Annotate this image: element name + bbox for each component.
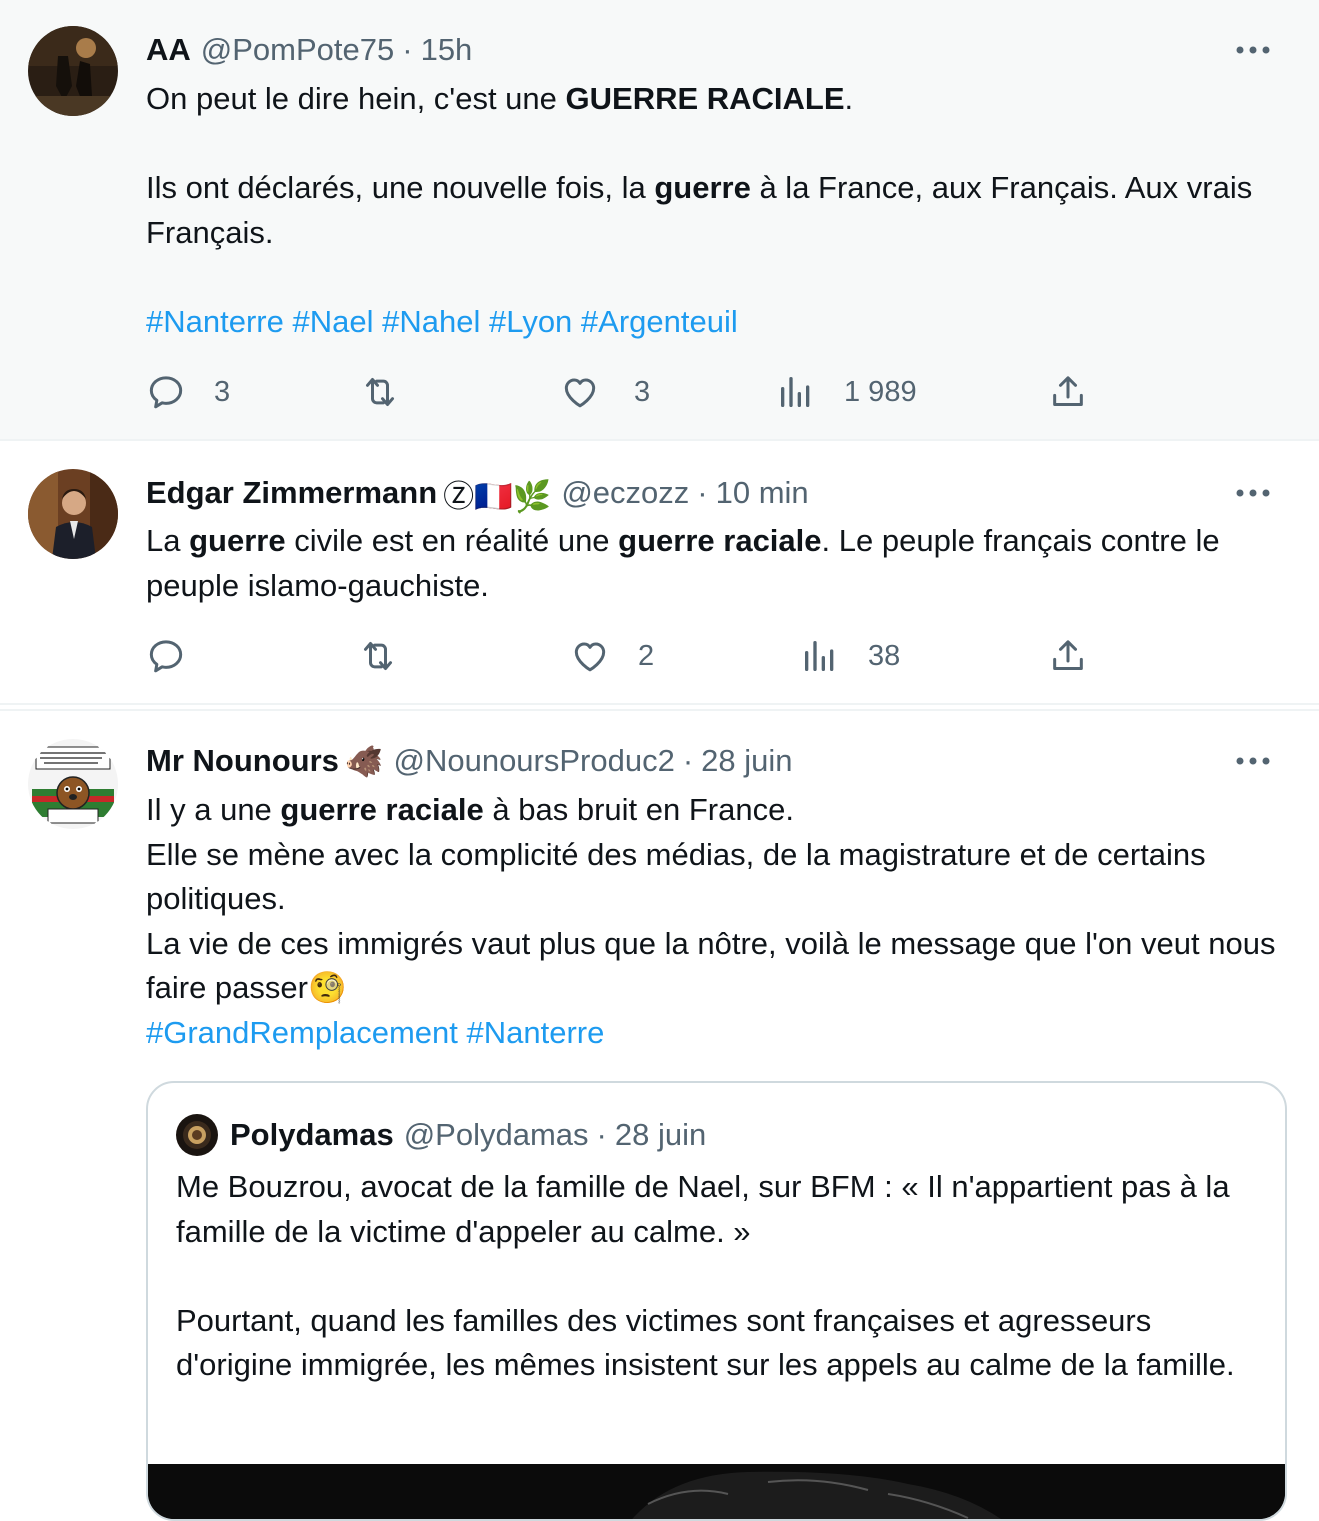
like-icon [574, 642, 606, 672]
separator: · [682, 743, 694, 778]
retweet-icon [364, 642, 392, 670]
tweet[interactable]: Edgar Zimmermann Ⓩ🇫🇷🌿 @eczozz · 10 min L… [0, 443, 1319, 705]
quoted-author-handle[interactable]: @Polydamas [404, 1117, 589, 1153]
separator: · [596, 1117, 607, 1152]
reply-count: 3 [214, 375, 231, 408]
author-name[interactable]: AA [146, 32, 191, 68]
share-button[interactable] [1048, 370, 1088, 414]
views-icon [805, 641, 834, 671]
views-icon [781, 377, 810, 407]
more-options-button[interactable] [1233, 473, 1273, 513]
avatar[interactable] [28, 26, 118, 116]
tweet-text: La guerre civile est en réalité une guer… [146, 523, 1220, 603]
quoted-timestamp[interactable]: 28 juin [615, 1117, 706, 1153]
retweet-icon [366, 378, 394, 406]
action-bar: 2 38 [146, 634, 1146, 678]
share-button[interactable] [1048, 634, 1088, 678]
more-options-button[interactable] [1233, 741, 1273, 781]
quoted-tweet[interactable]: Polydamas @Polydamas · 28 juin Me Bouzro… [146, 1081, 1287, 1521]
views-count: 38 [868, 639, 901, 672]
more-icon [1236, 757, 1270, 765]
hashtag-link[interactable]: #GrandRemplacement [146, 1015, 458, 1050]
profile-badges: Ⓩ🇫🇷🌿 [443, 478, 552, 514]
retweet-button[interactable] [358, 634, 398, 678]
hashtag-link[interactable]: #Nanterre [467, 1015, 605, 1050]
like-icon [564, 378, 596, 408]
more-icon [1236, 46, 1270, 54]
avatar[interactable] [28, 739, 118, 829]
more-options-button[interactable] [1233, 30, 1273, 70]
tweet[interactable]: AA @PomPote75 · 15h On peut le dire hein… [0, 0, 1319, 441]
hashtag-link[interactable]: #Nahel [382, 304, 480, 339]
more-icon [1236, 489, 1270, 497]
separator: · [402, 32, 413, 67]
hashtag-link[interactable]: #Nael [292, 304, 373, 339]
views-button[interactable]: 38 [800, 634, 900, 678]
views-count: 1 989 [844, 375, 917, 408]
like-count: 2 [638, 639, 655, 672]
share-icon [1053, 376, 1083, 406]
avatar[interactable] [28, 469, 118, 559]
reply-button[interactable] [146, 634, 186, 678]
tweet-text: Il y a une guerre raciale à bas bruit en… [146, 792, 1276, 1050]
timestamp[interactable]: 10 min [716, 475, 809, 511]
author-name[interactable]: Mr Nounours [146, 743, 339, 779]
reply-icon [149, 376, 183, 409]
author-name[interactable]: Edgar Zimmermann [146, 475, 437, 511]
author-handle[interactable]: @eczozz [561, 475, 689, 511]
author-handle[interactable]: @NounoursProduc2 [393, 743, 674, 779]
quoted-text: Me Bouzrou, avocat de la famille de Nael… [176, 1169, 1235, 1382]
hashtag-link[interactable]: #Lyon [489, 304, 572, 339]
share-icon [1053, 640, 1083, 670]
timestamp[interactable]: 28 juin [701, 743, 792, 779]
like-count: 3 [634, 375, 651, 408]
tweet[interactable]: Mr Nounours 🐗 @NounoursProduc2 · 28 juin… [0, 709, 1319, 1521]
author-handle[interactable]: @PomPote75 [201, 32, 394, 68]
reply-icon [149, 640, 183, 673]
quoted-avatar[interactable] [176, 1114, 218, 1156]
hashtag-link[interactable]: #Argenteuil [581, 304, 738, 339]
quoted-media-image[interactable] [148, 1464, 1285, 1519]
profile-badges: 🐗 [344, 743, 384, 779]
like-button[interactable]: 2 [570, 634, 654, 678]
quoted-author-name[interactable]: Polydamas [230, 1117, 394, 1153]
tweet-text: On peut le dire hein, c'est une GUERRE R… [146, 81, 1253, 339]
reply-button[interactable]: 3 [146, 370, 230, 414]
like-button[interactable]: 3 [560, 370, 650, 414]
timestamp[interactable]: 15h [421, 32, 473, 68]
action-bar: 3 3 1 989 [146, 370, 1146, 414]
hashtag-link[interactable]: #Nanterre [146, 304, 284, 339]
views-button[interactable]: 1 989 [776, 370, 917, 414]
separator: · [697, 475, 708, 510]
retweet-button[interactable] [360, 370, 400, 414]
